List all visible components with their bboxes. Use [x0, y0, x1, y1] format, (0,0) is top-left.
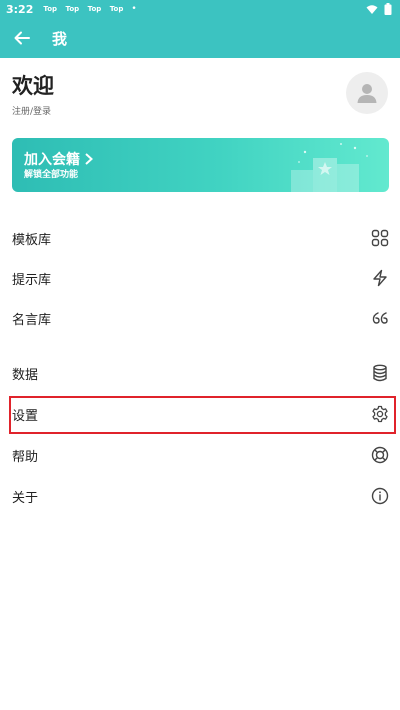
- status-right: [366, 3, 392, 15]
- notification-icons: Top Top Top Top: [43, 5, 129, 13]
- notification-dot: •: [131, 4, 137, 14]
- menu-label: 关于: [12, 490, 39, 506]
- login-link[interactable]: 注册/登录: [12, 104, 54, 117]
- notification-top-1: Top: [43, 5, 58, 13]
- app-bar: 我: [0, 18, 400, 58]
- status-time: 3:22: [6, 2, 34, 16]
- gear-icon: [370, 404, 390, 424]
- menu-label: 名言库: [12, 312, 52, 328]
- menu-item-settings[interactable]: 设置: [0, 394, 400, 434]
- profile-section: 欢迎 注册/登录: [12, 70, 54, 117]
- arrow-left-icon: [14, 31, 30, 45]
- avatar[interactable]: [346, 72, 388, 114]
- menu-label: 模板库: [12, 232, 52, 248]
- chevron-right-icon: [85, 153, 93, 165]
- menu-item-data[interactable]: 数据: [0, 353, 400, 393]
- menu-item-templates[interactable]: 模板库: [0, 218, 400, 258]
- podium-illustration-icon: [291, 143, 368, 192]
- wifi-icon: [366, 4, 378, 14]
- menu-item-prompts[interactable]: 提示库: [0, 258, 400, 298]
- status-bar: 3:22 Top Top Top Top •: [0, 0, 400, 18]
- grid-icon: [370, 228, 390, 248]
- page-title: 我: [52, 29, 68, 48]
- menu-label: 设置: [12, 408, 39, 424]
- menu-label: 帮助: [12, 449, 39, 465]
- quote-icon: [370, 308, 390, 328]
- battery-icon: [384, 3, 392, 15]
- database-icon: [370, 363, 390, 383]
- banner-title: 加入会籍: [24, 149, 94, 169]
- notification-top-2: Top: [65, 5, 80, 13]
- menu-label: 数据: [12, 367, 39, 383]
- lifebuoy-icon: [370, 445, 390, 465]
- notification-top-4: Top: [109, 5, 124, 13]
- menu-item-quotes[interactable]: 名言库: [0, 298, 400, 338]
- menu-label: 提示库: [12, 272, 52, 288]
- back-button[interactable]: [2, 18, 42, 58]
- user-icon: [357, 84, 377, 103]
- menu-item-about[interactable]: 关于: [0, 476, 400, 516]
- banner-subtitle: 解锁全部功能: [24, 170, 79, 180]
- menu-item-help[interactable]: 帮助: [0, 435, 400, 475]
- lightning-icon: [370, 268, 390, 288]
- membership-banner[interactable]: 加入会籍 解锁全部功能: [12, 138, 389, 192]
- banner-title-text: 加入会籍: [24, 152, 80, 168]
- info-icon: [370, 486, 390, 506]
- notification-top-3: Top: [87, 5, 102, 13]
- welcome-text: 欢迎: [12, 74, 54, 98]
